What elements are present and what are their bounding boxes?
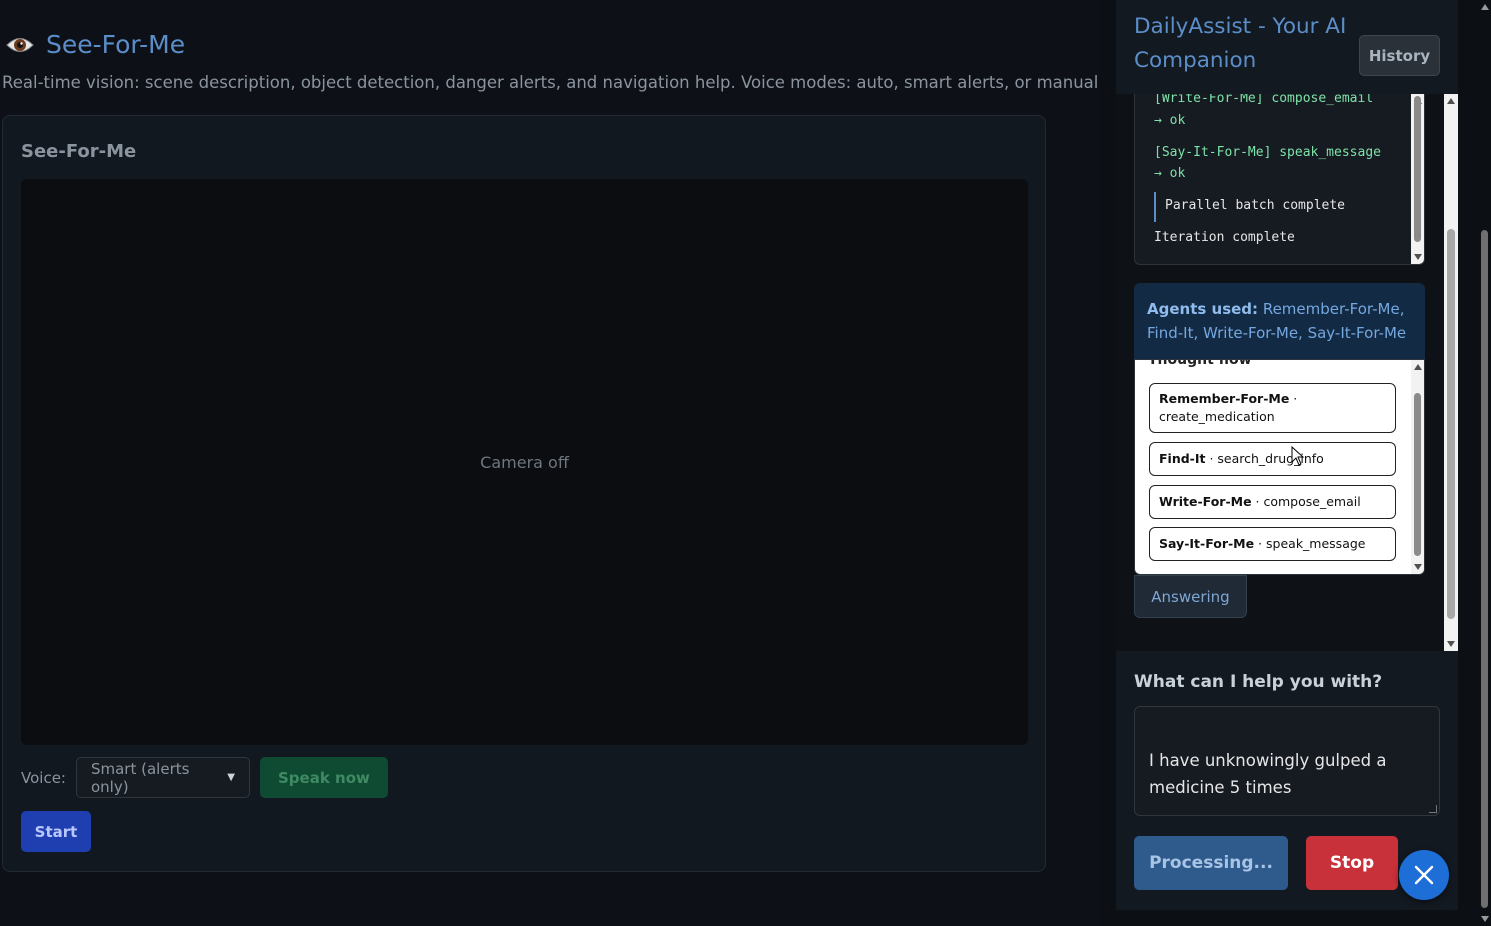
answering-status: Answering bbox=[1134, 575, 1247, 618]
log-divider bbox=[1154, 192, 1156, 222]
camera-status: Camera off bbox=[480, 452, 569, 472]
thought-flow-item-text: Write-For-Me · compose_email bbox=[1159, 493, 1361, 511]
thought-flow-agent: Write-For-Me bbox=[1159, 494, 1252, 509]
thought-flow-separator: · bbox=[1254, 536, 1267, 551]
page-description: Real-time vision: scene description, obj… bbox=[2, 73, 1104, 92]
main-area: See-For-Me Real-time vision: scene descr… bbox=[0, 0, 1104, 926]
thought-flow-action: speak_message bbox=[1266, 536, 1366, 551]
scroll-up-icon[interactable] bbox=[1481, 4, 1489, 10]
activity-log[interactable]: [Write-For-Me] compose_email → ok [Say-I… bbox=[1134, 94, 1425, 265]
thought-flow-panel[interactable]: Thought flow Remember-For-Me · create_me… bbox=[1134, 359, 1425, 575]
chevron-down-icon: ▼ bbox=[227, 772, 235, 783]
thought-flow-item[interactable]: Remember-For-Me · create_medication bbox=[1149, 383, 1396, 433]
page-scrollbar-thumb[interactable] bbox=[1481, 230, 1488, 908]
thought-flow-separator: · bbox=[1289, 391, 1298, 406]
page-scrollbar[interactable] bbox=[1478, 0, 1491, 926]
conversation-scrollbar-thumb[interactable] bbox=[1447, 229, 1455, 619]
log-scrollbar[interactable] bbox=[1411, 94, 1424, 264]
thought-flow-agent: Remember-For-Me bbox=[1159, 391, 1290, 406]
stop-button[interactable]: Stop bbox=[1306, 836, 1398, 890]
thought-flow-agent: Find-It bbox=[1159, 451, 1206, 466]
log-scrollbar-thumb[interactable] bbox=[1414, 96, 1421, 242]
question-input-value: I have unknowingly gulped a medicine 5 t… bbox=[1149, 751, 1387, 797]
voice-label: Voice: bbox=[21, 768, 66, 787]
processing-button[interactable]: Processing... bbox=[1134, 836, 1288, 890]
log-line: → ok bbox=[1154, 113, 1186, 128]
scroll-down-icon[interactable] bbox=[1447, 641, 1455, 647]
voice-mode-value: Smart (alerts only) bbox=[90, 759, 190, 796]
thought-flow-scrollbar-thumb[interactable] bbox=[1414, 393, 1421, 556]
assistant-title: DailyAssist - Your AI Companion bbox=[1134, 14, 1347, 73]
page-header: See-For-Me bbox=[6, 30, 185, 59]
thought-flow-action: compose_email bbox=[1263, 494, 1361, 509]
card-title: See-For-Me bbox=[21, 141, 137, 162]
mouse-cursor-icon bbox=[1291, 446, 1305, 466]
scroll-down-icon[interactable] bbox=[1481, 916, 1489, 922]
close-chat-button[interactable] bbox=[1399, 850, 1449, 900]
agents-used: Agents used: Remember-For-Me, Find-It, W… bbox=[1134, 283, 1425, 359]
help-prompt-label: What can I help you with? bbox=[1134, 672, 1383, 692]
close-icon bbox=[1414, 865, 1434, 885]
thought-flow-separator: · bbox=[1251, 494, 1264, 509]
scroll-up-icon[interactable] bbox=[1414, 364, 1422, 370]
log-line: → ok bbox=[1154, 166, 1186, 181]
thought-flow-item[interactable]: Find-It · search_drug_info bbox=[1149, 442, 1396, 476]
thought-flow-action: search_drug_info bbox=[1217, 451, 1324, 466]
log-line: [Say-It-For-Me] speak_message bbox=[1154, 145, 1381, 160]
see-for-me-card: See-For-Me Camera off Voice: Smart (aler… bbox=[2, 115, 1046, 872]
scroll-up-icon[interactable] bbox=[1447, 98, 1455, 104]
scroll-down-icon[interactable] bbox=[1414, 564, 1422, 570]
thought-flow-separator: · bbox=[1205, 451, 1218, 466]
thought-flow-item-text: Say-It-For-Me · speak_message bbox=[1159, 535, 1365, 553]
thought-flow-action: create_medication bbox=[1159, 409, 1275, 424]
log-line: Iteration complete bbox=[1154, 230, 1295, 245]
eye-icon bbox=[6, 37, 34, 52]
resize-handle-icon[interactable] bbox=[1429, 805, 1437, 813]
thought-flow-agent: Say-It-For-Me bbox=[1159, 536, 1255, 551]
thought-flow-item[interactable]: Say-It-For-Me · speak_message bbox=[1149, 527, 1396, 561]
agents-used-label: Agents used: bbox=[1147, 300, 1259, 318]
conversation-scrollbar[interactable] bbox=[1444, 94, 1458, 651]
voice-controls: Voice: Smart (alerts only) ▼ Speak now bbox=[21, 757, 388, 798]
thought-flow-heading: Thought flow bbox=[1148, 359, 1252, 368]
log-line: Parallel batch complete bbox=[1165, 198, 1346, 213]
conversation-scroll-area[interactable]: [Write-For-Me] compose_email → ok [Say-I… bbox=[1116, 94, 1458, 651]
thought-flow-item[interactable]: Write-For-Me · compose_email bbox=[1149, 485, 1396, 519]
page-title: See-For-Me bbox=[46, 30, 186, 59]
start-button[interactable]: Start bbox=[21, 811, 91, 852]
thought-flow-item-text: Remember-For-Me · create_medication bbox=[1159, 390, 1297, 426]
camera-view: Camera off bbox=[21, 179, 1028, 745]
voice-mode-select[interactable]: Smart (alerts only) ▼ bbox=[75, 757, 250, 798]
assistant-panel: DailyAssist - Your AI Companion History … bbox=[1098, 0, 1478, 926]
history-button[interactable]: History bbox=[1359, 35, 1440, 76]
thought-flow-scrollbar[interactable] bbox=[1411, 360, 1424, 574]
log-line: [Write-For-Me] compose_email bbox=[1154, 94, 1374, 106]
speak-now-button[interactable]: Speak now bbox=[259, 757, 388, 798]
question-input[interactable]: I have unknowingly gulped a medicine 5 t… bbox=[1134, 706, 1440, 816]
scroll-down-icon[interactable] bbox=[1414, 254, 1422, 260]
